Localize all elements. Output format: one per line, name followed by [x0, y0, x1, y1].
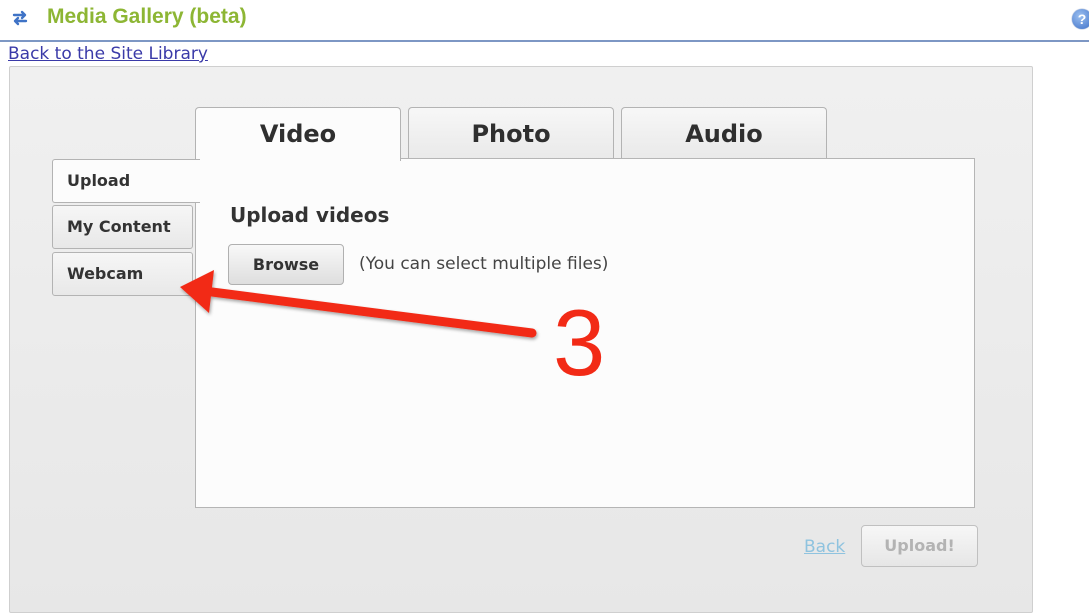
step-number-annotation: 3 — [553, 290, 606, 395]
annotation-arrow-icon — [180, 270, 537, 338]
